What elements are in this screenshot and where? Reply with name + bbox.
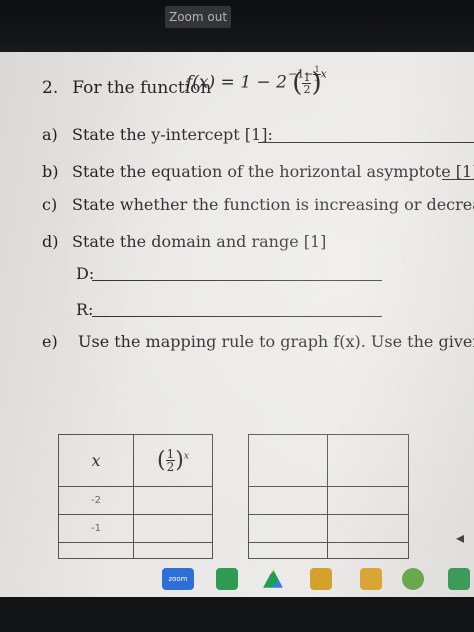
table-cell[interactable]: [248, 514, 328, 543]
function-formula: f(x) = 1 − 2 (1 2) −1− 1 3 x: [186, 65, 327, 99]
range-label: R:: [76, 300, 94, 319]
sheets-icon[interactable]: [216, 568, 238, 590]
range-answer-line[interactable]: [92, 316, 382, 317]
worksheet-paper: 2. For the function f(x) = 1 − 2 (1 2) −1−…: [0, 52, 474, 597]
table-cell[interactable]: [133, 514, 213, 543]
screen-bottom-bar: [0, 597, 474, 632]
zoom-out-button[interactable]: Zoom out: [165, 6, 231, 28]
part-a-answer-line[interactable]: [258, 142, 474, 143]
part-e-letter: e): [42, 332, 58, 351]
table-row: -1: [58, 514, 134, 543]
app-icon[interactable]: [402, 568, 424, 590]
table-cell[interactable]: [327, 514, 409, 543]
domain-answer-line[interactable]: [92, 280, 382, 281]
formula-lhs: f(x) = 1 − 2: [186, 72, 287, 93]
table-cell[interactable]: [327, 434, 409, 487]
part-d-text: State the domain and range [1]: [72, 232, 327, 251]
drive-icon[interactable]: [263, 569, 283, 588]
app-dock: zoom: [0, 560, 474, 596]
table-row: -2: [58, 486, 134, 515]
part-e-text: Use the mapping rule to graph f(x). Use …: [78, 332, 474, 351]
table-cell[interactable]: [248, 486, 328, 515]
table-cell[interactable]: [133, 486, 213, 515]
zoom-app-icon[interactable]: zoom: [162, 568, 194, 590]
values-table: x (1 2)x -2 -1: [58, 434, 213, 559]
question-number: 2.: [42, 78, 59, 98]
table-header-half-power: (1 2)x: [133, 434, 213, 487]
classroom-icon[interactable]: [448, 568, 470, 590]
part-b-text: State the equation of the horizontal asy…: [72, 162, 474, 181]
part-a-letter: a): [42, 125, 58, 144]
part-c-letter: c): [42, 195, 58, 214]
formula-exponent: −1− 1 3 x: [288, 65, 327, 83]
part-c-text: State whether the function is increasing…: [72, 195, 474, 214]
table-cell[interactable]: [327, 486, 409, 515]
part-b-answer-line[interactable]: [442, 179, 474, 180]
screen-top-bar: [0, 0, 474, 52]
table-cell[interactable]: [248, 542, 328, 559]
slides-icon[interactable]: [310, 568, 332, 590]
table-cell[interactable]: [58, 542, 134, 559]
table-cell[interactable]: [133, 542, 213, 559]
table-cell[interactable]: [327, 542, 409, 559]
part-b-letter: b): [42, 162, 59, 181]
keep-icon[interactable]: [360, 568, 382, 590]
table-header-x: x: [58, 434, 134, 487]
part-a-text: State the y-intercept [1]:: [72, 125, 273, 144]
part-d-letter: d): [42, 232, 59, 251]
mapping-table: [248, 434, 409, 559]
arrow-icon: ◂: [456, 528, 465, 547]
table-cell[interactable]: [248, 434, 328, 487]
